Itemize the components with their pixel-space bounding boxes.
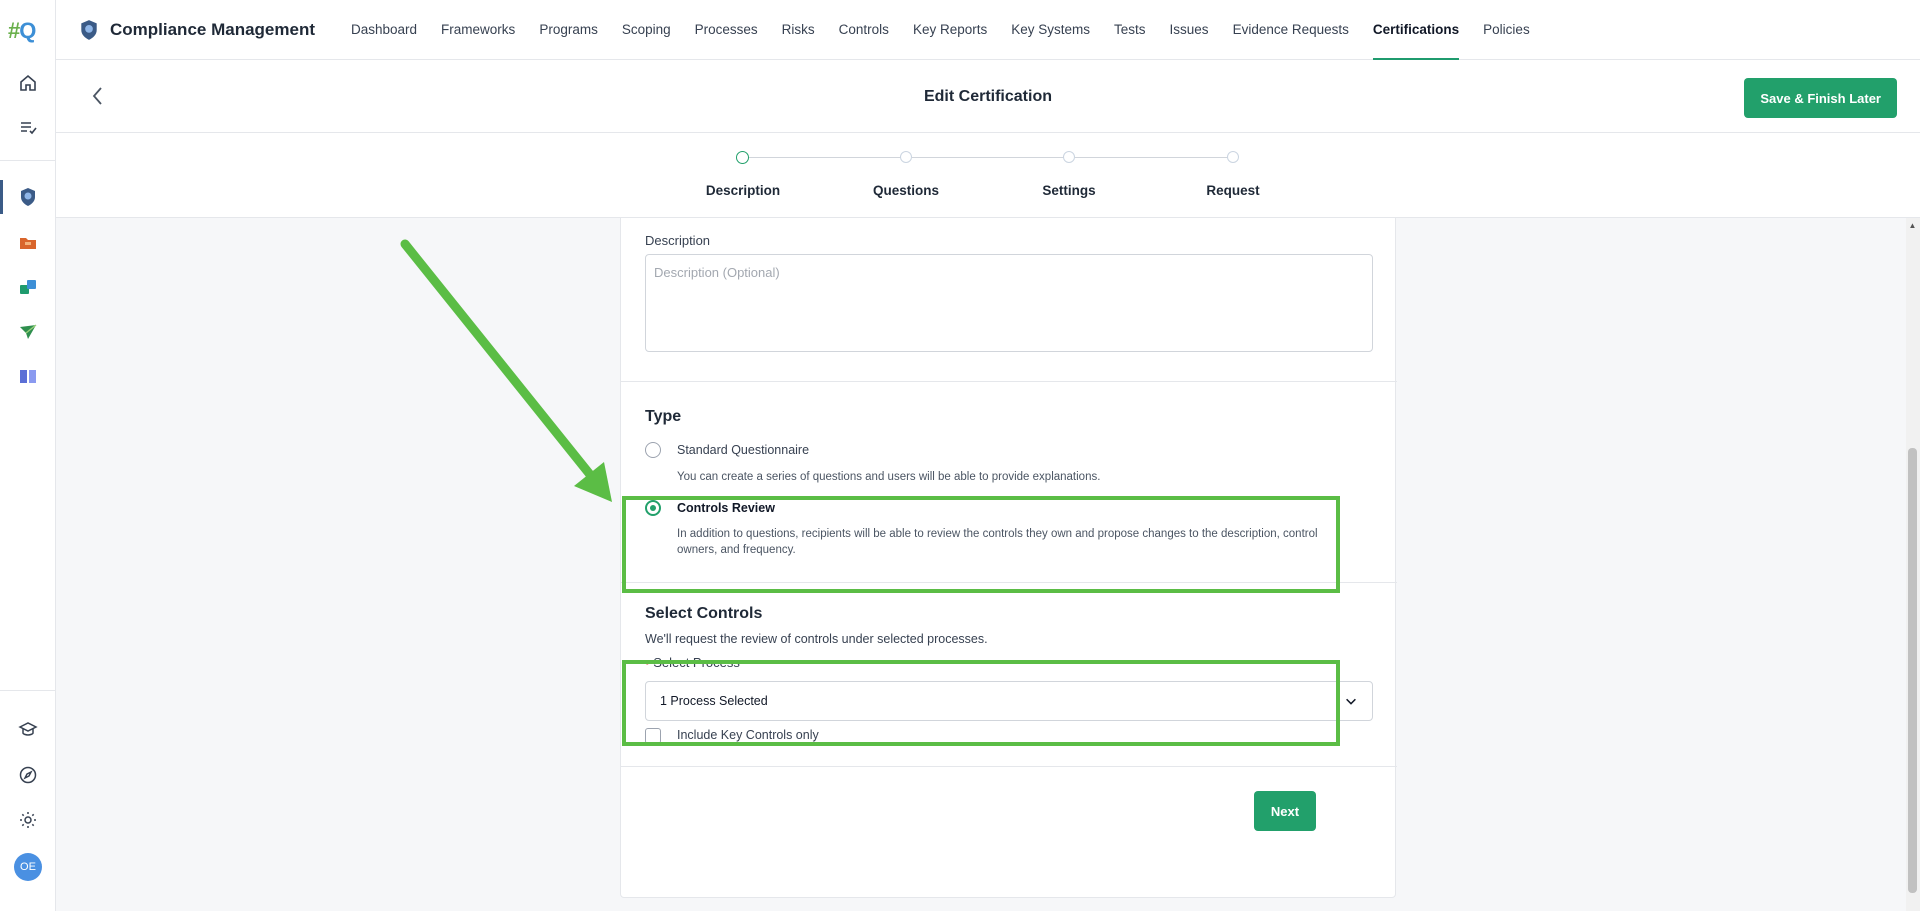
option-title-standard-questionnaire: Standard Questionnaire (677, 443, 810, 457)
option-desc-standard-questionnaire: You can create a series of questions and… (677, 471, 1101, 483)
nav-processes[interactable]: Processes (695, 0, 758, 60)
nav-tests[interactable]: Tests (1114, 0, 1146, 60)
step-dot-request (1227, 151, 1239, 163)
scrollbar-thumb[interactable] (1908, 448, 1917, 893)
nav-frameworks[interactable]: Frameworks (441, 0, 515, 60)
learn-icon[interactable] (14, 715, 42, 743)
nav-dashboard[interactable]: Dashboard (351, 0, 417, 60)
step-dot-settings (1063, 151, 1075, 163)
description-textarea[interactable] (645, 254, 1373, 352)
step-dot-questions (900, 151, 912, 163)
nav-scoping[interactable]: Scoping (622, 0, 671, 60)
send-icon[interactable] (14, 318, 42, 346)
nav-risks[interactable]: Risks (782, 0, 815, 60)
annotation-highlight-controls-review (622, 496, 1340, 593)
nav-evidence-requests[interactable]: Evidence Requests (1233, 0, 1349, 60)
rail-active-indicator (0, 180, 3, 214)
compass-icon[interactable] (14, 761, 42, 789)
nav-key-reports[interactable]: Key Reports (913, 0, 987, 60)
step-questions[interactable]: Questions (846, 183, 966, 198)
scrollbar[interactable]: ▲ (1906, 218, 1920, 911)
home-icon[interactable] (14, 69, 42, 97)
step-description[interactable]: Description (683, 183, 803, 198)
brand[interactable]: Compliance Management (78, 19, 315, 41)
annotation-highlight-select-process (622, 660, 1340, 746)
step-settings[interactable]: Settings (1009, 183, 1129, 198)
top-nav: Compliance Management Dashboard Framewor… (56, 0, 1920, 60)
book-icon[interactable] (14, 362, 42, 390)
nav-programs[interactable]: Programs (539, 0, 598, 60)
stepper: Description Questions Settings Request (56, 133, 1920, 218)
description-label: Description (645, 233, 711, 248)
type-section-title: Type (645, 408, 682, 425)
tasks-icon[interactable] (14, 113, 42, 141)
compliance-badge-icon[interactable] (14, 183, 42, 211)
left-rail: #Q OE (0, 0, 56, 911)
nav-policies[interactable]: Policies (1483, 0, 1530, 60)
nav-issues[interactable]: Issues (1170, 0, 1209, 60)
brand-title: Compliance Management (110, 19, 315, 39)
folder-icon[interactable] (14, 229, 42, 257)
chevron-left-icon (92, 87, 102, 105)
compliance-badge-icon (81, 19, 97, 40)
select-controls-subtitle: We'll request the review of controls und… (645, 632, 988, 646)
nav-key-systems[interactable]: Key Systems (1011, 0, 1090, 60)
page-title: Edit Certification (923, 88, 1052, 105)
app-logo[interactable]: #Q (8, 18, 36, 44)
next-button[interactable]: Next (1254, 791, 1316, 831)
scroll-up-icon[interactable]: ▲ (1908, 221, 1917, 230)
select-controls-title: Select Controls (645, 605, 763, 622)
radio-standard-questionnaire[interactable] (645, 442, 661, 458)
gear-icon[interactable] (14, 806, 42, 834)
page-header: Edit Certification Save & Finish Later (56, 60, 1920, 133)
sync-icon[interactable] (14, 273, 42, 301)
save-finish-later-button[interactable]: Save & Finish Later (1744, 78, 1897, 118)
nav-controls[interactable]: Controls (839, 0, 889, 60)
nav-certifications[interactable]: Certifications (1372, 0, 1460, 60)
step-request[interactable]: Request (1173, 183, 1293, 198)
step-dot-description (736, 151, 749, 164)
chevron-down-icon (1346, 698, 1356, 705)
back-button[interactable] (86, 84, 110, 108)
user-avatar[interactable]: OE (14, 853, 42, 881)
